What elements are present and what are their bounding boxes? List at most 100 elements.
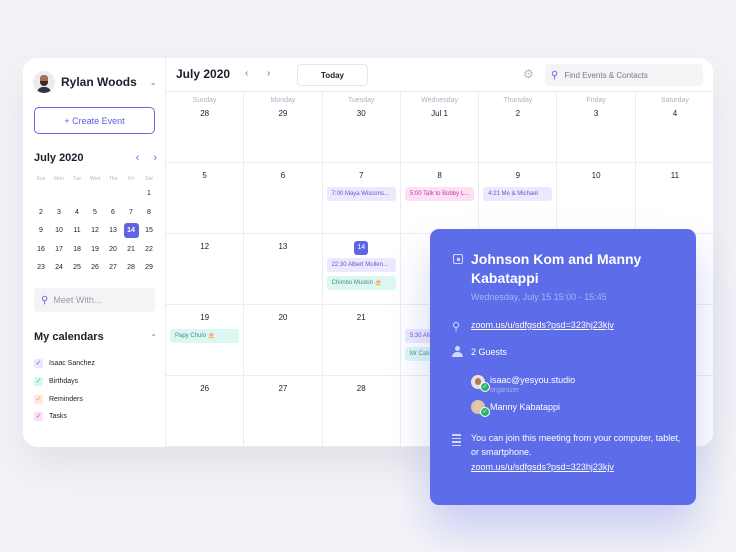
today-button[interactable]: Today bbox=[297, 64, 368, 86]
mini-day[interactable]: 17 bbox=[50, 241, 68, 260]
mini-day[interactable]: 10 bbox=[50, 222, 68, 241]
mini-day[interactable]: 9 bbox=[32, 222, 50, 241]
search-field[interactable]: ⚲ bbox=[545, 64, 703, 86]
day-cell[interactable]: 21 bbox=[322, 305, 401, 376]
event-datetime: Wednesday, July 15 15:00 - 15:45 bbox=[471, 292, 607, 302]
event-chip[interactable]: 5:00 Talk to Bobby L... bbox=[404, 187, 475, 201]
day-cell[interactable]: 26 bbox=[166, 376, 245, 447]
day-cell[interactable]: 7 7:00 Maya Wiscons... bbox=[322, 163, 401, 234]
day-cell[interactable]: 9 4:21 Me & Michael bbox=[479, 163, 558, 234]
mini-day[interactable]: 11 bbox=[68, 222, 86, 241]
mini-day[interactable]: 26 bbox=[86, 259, 104, 278]
gear-icon[interactable]: ⚙ bbox=[523, 67, 534, 81]
mini-day[interactable]: 24 bbox=[50, 259, 68, 278]
mini-day-label: 19 bbox=[91, 245, 99, 253]
day-cell[interactable]: Wednesday Jul 1 bbox=[400, 92, 480, 163]
mini-day[interactable]: 13 bbox=[104, 222, 122, 241]
description-link[interactable]: zoom.us/u/sdfgsds?psd=323hj23kjv bbox=[471, 462, 614, 472]
mini-day[interactable]: 3 bbox=[50, 204, 68, 223]
mini-day[interactable]: 8 bbox=[140, 204, 158, 223]
calendar-item[interactable]: ✓ Birthdays bbox=[34, 373, 95, 391]
event-popover: Johnson Kom and Manny Kabatappi Wednesda… bbox=[430, 229, 696, 505]
day-cell[interactable]: 6 bbox=[244, 163, 323, 234]
mini-day[interactable]: 19 bbox=[86, 241, 104, 260]
checkbox-icon[interactable]: ✓ bbox=[34, 377, 43, 387]
day-cell[interactable]: Friday 3 bbox=[557, 92, 636, 163]
chevron-down-icon[interactable]: ⌄ bbox=[149, 77, 157, 88]
day-number-label: Jul 1 bbox=[431, 109, 448, 118]
day-number-label: 6 bbox=[280, 171, 286, 180]
mini-next-icon[interactable]: › bbox=[153, 152, 157, 164]
mini-day[interactable]: 15 bbox=[140, 222, 158, 241]
mini-day[interactable]: 14 bbox=[122, 222, 140, 241]
day-cell[interactable]: 27 bbox=[244, 376, 323, 447]
day-cell[interactable]: 19 Papy Chulo 🎂 bbox=[166, 305, 245, 376]
mini-day[interactable]: 29 bbox=[140, 259, 158, 278]
day-number: 6 bbox=[244, 171, 321, 183]
checkbox-icon[interactable]: ✓ bbox=[34, 412, 43, 422]
mini-day[interactable]: 28 bbox=[122, 259, 140, 278]
mini-day[interactable]: 1 bbox=[140, 185, 158, 204]
mini-day-label: 23 bbox=[37, 264, 45, 271]
meet-with-field[interactable]: ⚲ bbox=[34, 288, 155, 312]
mini-day[interactable]: 27 bbox=[104, 259, 122, 278]
person-icon bbox=[452, 346, 463, 357]
checkbox-icon[interactable]: ✓ bbox=[34, 394, 43, 404]
event-chip[interactable]: 4:21 Me & Michael bbox=[483, 187, 553, 201]
calendar-item[interactable]: ✓ Reminders bbox=[34, 390, 95, 408]
mini-day[interactable]: 12 bbox=[86, 222, 104, 241]
mini-day[interactable]: 21 bbox=[122, 241, 140, 260]
event-chip[interactable]: 22:30 Albert Mullen... bbox=[326, 258, 396, 272]
day-cell[interactable]: Sunday 28 bbox=[166, 92, 245, 163]
day-number: 8 bbox=[401, 171, 478, 183]
day-number-label: 28 bbox=[200, 109, 210, 118]
calendar-item[interactable]: ✓ Isaac Sanchez bbox=[34, 355, 95, 373]
mini-day[interactable]: 6 bbox=[104, 204, 122, 223]
mini-prev-icon[interactable]: ‹ bbox=[136, 152, 140, 164]
user-switcher[interactable]: Rylan Woods ⌄ bbox=[33, 70, 157, 94]
mini-day[interactable]: 25 bbox=[68, 259, 86, 278]
day-cell[interactable]: 11 bbox=[635, 163, 713, 234]
mini-day[interactable]: 4 bbox=[68, 204, 86, 223]
calendar-item[interactable]: ✓ Tasks bbox=[34, 408, 95, 426]
day-cell[interactable]: 12 bbox=[166, 234, 245, 305]
day-cell[interactable]: 5 bbox=[166, 163, 245, 234]
mini-day-label: 12 bbox=[91, 227, 99, 234]
mini-day[interactable]: 5 bbox=[86, 204, 104, 223]
calendar-label: Tasks bbox=[49, 413, 67, 421]
day-cell[interactable]: 13 bbox=[244, 234, 323, 305]
create-event-button[interactable]: + Create Event bbox=[34, 107, 155, 134]
day-cell[interactable]: 20 bbox=[244, 305, 323, 376]
weekday-label: Thursday bbox=[503, 97, 533, 104]
day-number: 20 bbox=[244, 313, 321, 325]
guest-role: organizer bbox=[490, 387, 520, 394]
calendar-label: Birthdays bbox=[49, 378, 79, 386]
mini-day[interactable]: 2 bbox=[32, 204, 50, 223]
day-cell[interactable]: 8 5:00 Talk to Bobby L... bbox=[400, 163, 480, 234]
chevron-up-icon[interactable]: ⌃ bbox=[150, 333, 157, 342]
mini-day[interactable]: 7 bbox=[122, 204, 140, 223]
mini-day[interactable]: 23 bbox=[32, 259, 50, 278]
meeting-link[interactable]: zoom.us/u/sdfgsds?psd=323hj23kjv bbox=[471, 320, 614, 330]
mini-day[interactable]: 16 bbox=[32, 241, 50, 260]
day-cell[interactable]: 10 bbox=[557, 163, 636, 234]
event-chip[interactable]: Papy Chulo 🎂 bbox=[170, 329, 240, 343]
event-chip[interactable]: Chimbo Muskin 🎂 bbox=[326, 276, 396, 290]
search-input[interactable] bbox=[564, 70, 695, 80]
prev-month-icon[interactable]: ‹ bbox=[245, 68, 248, 79]
mini-weekday: Fri bbox=[128, 176, 134, 182]
next-month-icon[interactable]: › bbox=[267, 68, 270, 79]
event-chip[interactable]: 7:00 Maya Wiscons... bbox=[326, 187, 396, 201]
mini-day[interactable]: 22 bbox=[140, 241, 158, 260]
day-cell[interactable]: Thursday 2 bbox=[479, 92, 558, 163]
day-cell[interactable]: Monday 29 bbox=[244, 92, 323, 163]
day-cell[interactable]: Saturday 4 bbox=[635, 92, 713, 163]
day-cell[interactable]: 14 22:30 Albert Mullen... Chimbo Muskin 🎂 bbox=[322, 234, 401, 305]
checkbox-icon[interactable]: ✓ bbox=[34, 359, 43, 369]
description-icon bbox=[452, 434, 461, 448]
mini-day[interactable]: 20 bbox=[104, 241, 122, 260]
day-cell[interactable]: Tuesday 30 bbox=[322, 92, 401, 163]
day-cell[interactable]: 28 bbox=[322, 376, 401, 447]
mini-day[interactable]: 18 bbox=[68, 241, 86, 260]
meet-with-input[interactable] bbox=[53, 295, 144, 305]
